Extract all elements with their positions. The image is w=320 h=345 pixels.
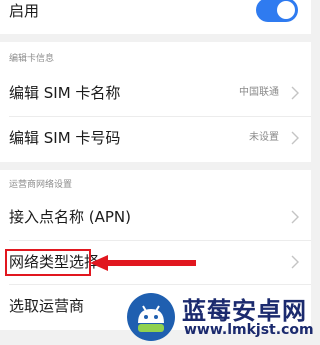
sim-section: 编辑卡信息 编辑 SIM 卡名称 中国联通 编辑 SIM 卡号码 未设置 — [0, 42, 311, 162]
edit-sim-number-value: 未设置 — [249, 132, 279, 143]
edit-sim-number-row[interactable]: 编辑 SIM 卡号码 未设置 — [0, 116, 311, 160]
watermark-title: 蓝莓安卓网 — [182, 297, 307, 325]
android-logo-icon — [127, 293, 175, 341]
edit-sim-name-label: 编辑 SIM 卡名称 — [9, 84, 121, 102]
chevron-right-icon — [291, 131, 299, 145]
annotation-arrow-icon — [90, 255, 196, 271]
apn-label: 接入点名称 (APN) — [9, 208, 132, 226]
apn-row[interactable]: 接入点名称 (APN) — [0, 195, 311, 239]
carrier-section-header: 运营商网络设置 — [9, 180, 73, 190]
toggle-knob — [277, 1, 295, 19]
enable-label: 启用 — [9, 2, 40, 20]
enable-toggle[interactable] — [256, 0, 298, 22]
enable-card: 启用 — [0, 0, 311, 34]
annotation-highlight-box — [5, 249, 91, 276]
chevron-right-icon — [291, 210, 299, 224]
select-carrier-label: 选取运营商 — [9, 297, 85, 315]
edit-sim-name-row[interactable]: 编辑 SIM 卡名称 中国联通 — [0, 71, 311, 115]
edit-sim-name-value: 中国联通 — [239, 87, 279, 98]
chevron-right-icon — [291, 86, 299, 100]
edit-sim-number-label: 编辑 SIM 卡号码 — [9, 129, 121, 147]
chevron-right-icon — [291, 255, 299, 269]
watermark: 蓝莓安卓网 www.lmkjst.com — [124, 288, 314, 345]
sim-section-header: 编辑卡信息 — [9, 54, 55, 64]
watermark-url: www.lmkjst.com — [184, 322, 314, 338]
